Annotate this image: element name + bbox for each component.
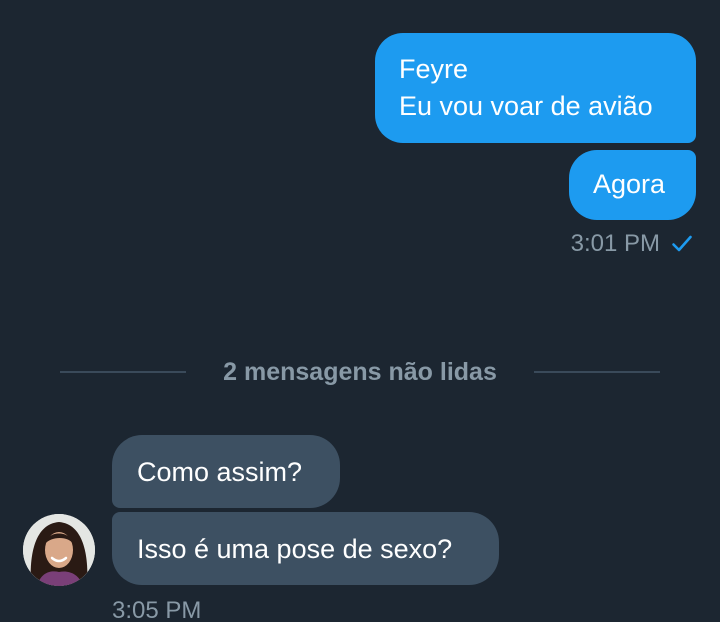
divider-line xyxy=(60,371,186,373)
unread-count-label: 2 mensagens não lidas xyxy=(223,358,497,386)
message-line: Feyre xyxy=(399,54,469,84)
incoming-message-bubble[interactable]: Como assim? xyxy=(112,435,340,508)
outgoing-message-meta: 3:01 PM xyxy=(571,230,694,258)
message-text: Isso é uma pose de sexo? xyxy=(137,534,453,564)
divider-line xyxy=(534,371,660,373)
avatar-image xyxy=(23,514,95,586)
message-text: Agora xyxy=(593,169,666,199)
unread-divider: 2 mensagens não lidas xyxy=(60,355,660,389)
outgoing-message-bubble[interactable]: Feyre Eu vou voar de avião xyxy=(375,33,696,143)
message-timestamp: 3:01 PM xyxy=(570,230,660,257)
message-text: Como assim? xyxy=(137,457,303,487)
outgoing-message-bubble[interactable]: Agora xyxy=(569,150,696,220)
incoming-message-bubble[interactable]: Isso é uma pose de sexo? xyxy=(112,512,499,585)
check-icon xyxy=(672,235,692,252)
avatar[interactable] xyxy=(23,514,95,586)
dm-conversation-screen: Feyre Eu vou voar de avião Agora 3:01 PM… xyxy=(0,0,720,622)
message-line: Eu vou voar de avião xyxy=(399,91,653,121)
incoming-message-timestamp: 3:05 PM xyxy=(112,597,202,622)
